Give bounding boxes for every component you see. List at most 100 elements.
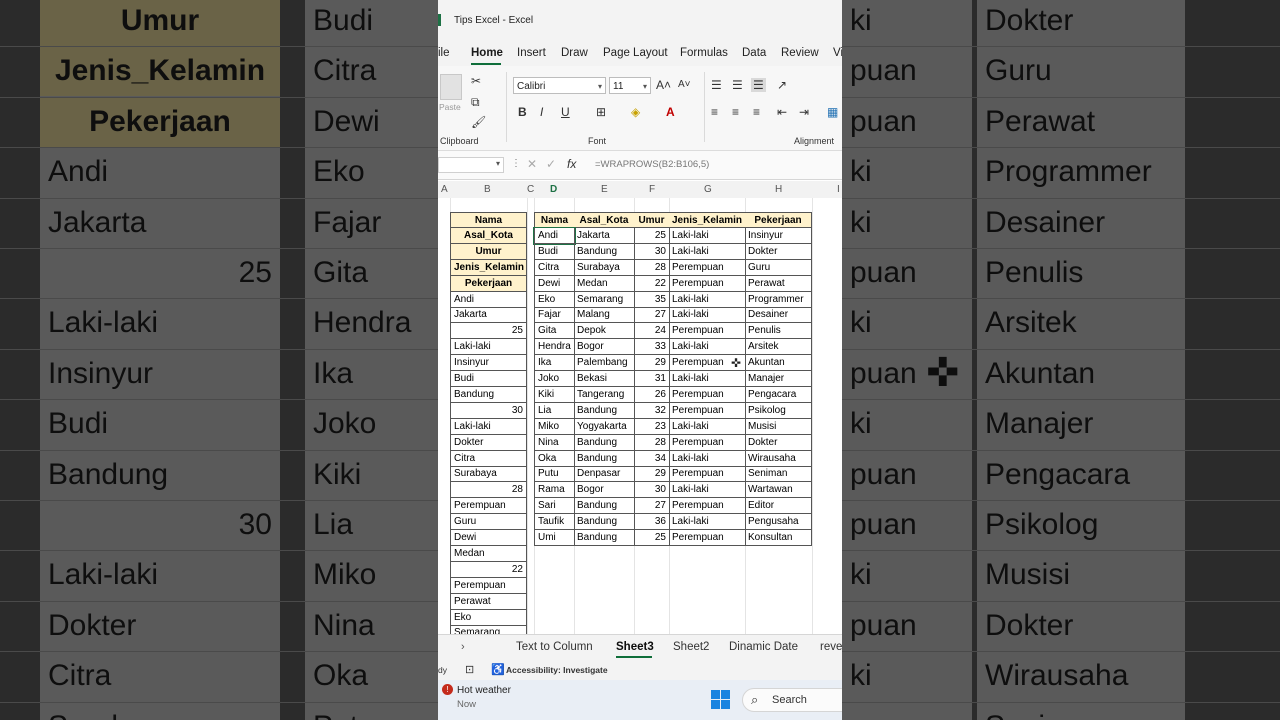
tab-reve[interactable]: reve — [820, 641, 842, 653]
table-cell[interactable]: Laki-laki — [669, 243, 746, 260]
list-cell[interactable]: 22 — [450, 561, 527, 578]
table-cell[interactable]: Bandung — [574, 402, 635, 419]
table-cell[interactable]: Yogyakarta — [574, 418, 635, 435]
fill-color-icon[interactable]: ◈ — [631, 105, 640, 119]
list-cell[interactable]: Jakarta — [450, 307, 527, 324]
table-cell[interactable]: Sari — [534, 498, 575, 515]
font-name-select[interactable]: Calibri ▾ — [513, 77, 606, 94]
format-painter-icon[interactable]: 🖌 — [471, 115, 486, 129]
table-cell[interactable]: Perempuan — [669, 275, 746, 292]
table-header-cell[interactable]: Pekerjaan — [745, 212, 812, 228]
table-header-cell[interactable]: Nama — [534, 212, 575, 228]
table-cell[interactable]: Jakarta — [574, 227, 635, 244]
list-cell[interactable]: Eko — [450, 609, 527, 626]
table-cell[interactable]: 27 — [634, 498, 670, 515]
list-header-cell[interactable]: Nama — [450, 212, 527, 228]
table-cell[interactable]: 34 — [634, 450, 670, 467]
list-cell[interactable]: 25 — [450, 323, 527, 340]
table-cell[interactable]: Bogor — [574, 339, 635, 356]
menu-draw[interactable]: Draw — [561, 47, 588, 59]
table-cell[interactable]: Penulis — [745, 323, 812, 340]
list-cell[interactable]: Bandung — [450, 386, 527, 403]
menu-formulas[interactable]: Formulas — [680, 47, 728, 59]
menu-review[interactable]: Review — [781, 47, 819, 59]
table-cell[interactable]: Putu — [534, 466, 575, 483]
paste-icon[interactable] — [440, 74, 462, 100]
table-cell[interactable]: 35 — [634, 291, 670, 308]
table-cell[interactable]: Tangerang — [574, 386, 635, 403]
list-cell[interactable]: Surabaya — [450, 466, 527, 483]
table-cell[interactable]: Bekasi — [574, 371, 635, 387]
table-cell[interactable]: Perempuan — [669, 355, 746, 372]
table-cell[interactable]: Budi — [534, 243, 575, 260]
table-cell[interactable]: Eko — [534, 291, 575, 308]
table-cell[interactable]: 27 — [634, 307, 670, 324]
menu-page-layout[interactable]: Page Layout — [603, 47, 668, 59]
table-cell[interactable]: Palembang — [574, 355, 635, 372]
table-cell[interactable]: Hendra — [534, 339, 575, 356]
table-cell[interactable]: Laki-laki — [669, 291, 746, 308]
table-cell[interactable]: Perempuan — [669, 530, 746, 546]
table-cell[interactable]: Surabaya — [574, 259, 635, 276]
table-cell[interactable]: Citra — [534, 259, 575, 276]
menu-data[interactable]: Data — [742, 47, 766, 59]
column-header-h[interactable]: H — [775, 184, 782, 195]
table-cell[interactable]: Depok — [574, 323, 635, 340]
list-header-cell[interactable]: Pekerjaan — [450, 275, 527, 292]
table-cell[interactable]: Laki-laki — [669, 418, 746, 435]
table-cell[interactable]: Taufik — [534, 514, 575, 531]
table-cell[interactable]: Bandung — [574, 514, 635, 531]
table-cell[interactable]: Medan — [574, 275, 635, 292]
tab-sheet3[interactable]: Sheet3 — [616, 641, 654, 653]
list-cell[interactable]: Citra — [450, 450, 527, 467]
list-cell[interactable]: Laki-laki — [450, 339, 527, 356]
table-cell[interactable]: Perempuan — [669, 498, 746, 515]
taskbar-search[interactable]: ⌕ Search — [742, 688, 842, 712]
decrease-indent-icon[interactable]: ⇤ — [777, 105, 787, 119]
list-cell[interactable]: Perempuan — [450, 577, 527, 594]
table-cell[interactable]: Akuntan — [745, 355, 812, 372]
table-cell[interactable]: Andi — [533, 226, 576, 245]
table-cell[interactable]: Manajer — [745, 371, 812, 387]
table-cell[interactable]: Wartawan — [745, 482, 812, 499]
decrease-font-icon[interactable]: A˅ — [678, 78, 691, 92]
cancel-icon[interactable]: ✕ — [527, 157, 537, 171]
table-cell[interactable]: Dokter — [745, 243, 812, 260]
formula-input[interactable]: =WRAPROWS(B2:B106,5) — [595, 159, 709, 170]
increase-font-icon[interactable]: A˄ — [656, 78, 671, 92]
list-cell[interactable]: Insinyur — [450, 355, 527, 372]
table-cell[interactable]: Denpasar — [574, 466, 635, 483]
list-header-cell[interactable]: Jenis_Kelamin — [450, 259, 527, 276]
table-cell[interactable]: Laki-laki — [669, 482, 746, 499]
table-cell[interactable]: Bandung — [574, 530, 635, 546]
table-cell[interactable]: Bandung — [574, 450, 635, 467]
table-cell[interactable]: 23 — [634, 418, 670, 435]
column-header-e[interactable]: E — [601, 184, 608, 195]
table-cell[interactable]: Perempuan — [669, 259, 746, 276]
column-header-i[interactable]: I — [837, 184, 840, 195]
name-box[interactable]: ▾ — [438, 157, 504, 173]
table-cell[interactable]: Laki-laki — [669, 514, 746, 531]
tab-text-to-column[interactable]: Text to Column — [516, 641, 593, 653]
italic-icon[interactable]: I — [540, 105, 543, 119]
bold-icon[interactable]: B — [518, 105, 527, 119]
tab-sheet2[interactable]: Sheet2 — [673, 641, 709, 653]
list-cell[interactable]: Perawat — [450, 593, 527, 610]
copy-icon[interactable]: ⧉ — [471, 95, 480, 109]
enter-icon[interactable]: ✓ — [546, 157, 556, 171]
table-cell[interactable]: Laki-laki — [669, 450, 746, 467]
column-header-b[interactable]: B — [484, 184, 491, 195]
align-center-icon[interactable]: ≡ — [732, 105, 739, 119]
list-cell[interactable]: Budi — [450, 371, 527, 387]
list-cell[interactable]: Guru — [450, 514, 527, 531]
table-cell[interactable]: Musisi — [745, 418, 812, 435]
table-cell[interactable]: 30 — [634, 482, 670, 499]
table-cell[interactable]: Ika — [534, 355, 575, 372]
list-cell[interactable]: 30 — [450, 402, 527, 419]
table-cell[interactable]: Editor — [745, 498, 812, 515]
column-header-d[interactable]: D — [550, 184, 557, 195]
column-header-f[interactable]: F — [649, 184, 655, 195]
merge-center-icon[interactable]: ▦ — [827, 105, 838, 119]
weather-title[interactable]: Hot weather — [457, 685, 511, 696]
table-cell[interactable]: Insinyur — [745, 227, 812, 244]
